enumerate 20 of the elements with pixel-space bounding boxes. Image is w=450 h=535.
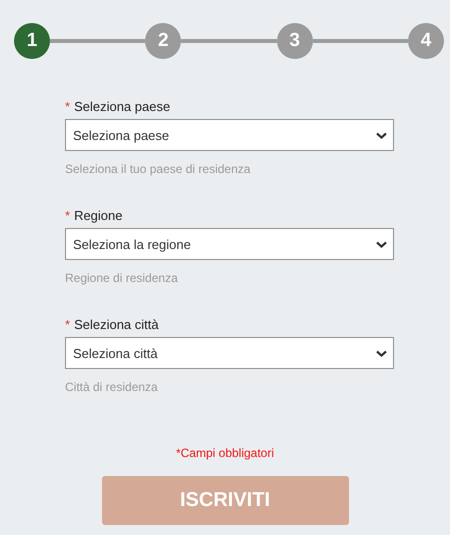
required-mark: * [65,99,70,114]
chevron-down-icon [376,132,387,138]
chevron-down-icon [376,240,387,248]
field-label: Seleziona città [74,317,159,332]
required-mark: * [65,317,70,332]
dropdown-field[interactable]: Seleziona paese [65,119,394,151]
step-indicator: 2 [145,23,182,59]
field-hint: Città di residenza [65,380,159,394]
required-mark: * [65,208,70,223]
required-fields-note: *Campi obbligatori [176,446,274,460]
step-indicator: 4 [408,23,444,59]
dropdown-field[interactable]: Seleziona la regione [65,228,394,260]
chevron-down-icon [376,350,387,356]
step-indicator: 1 [14,23,50,59]
field-hint: Regione di residenza [65,271,179,285]
step-indicator: 3 [276,23,313,59]
dropdown-field[interactable]: Seleziona città [65,337,394,369]
field-label: Regione [74,208,122,223]
field-hint: Seleziona il tuo paese di residenza [65,162,252,176]
field-label: Seleziona paese [74,99,170,114]
